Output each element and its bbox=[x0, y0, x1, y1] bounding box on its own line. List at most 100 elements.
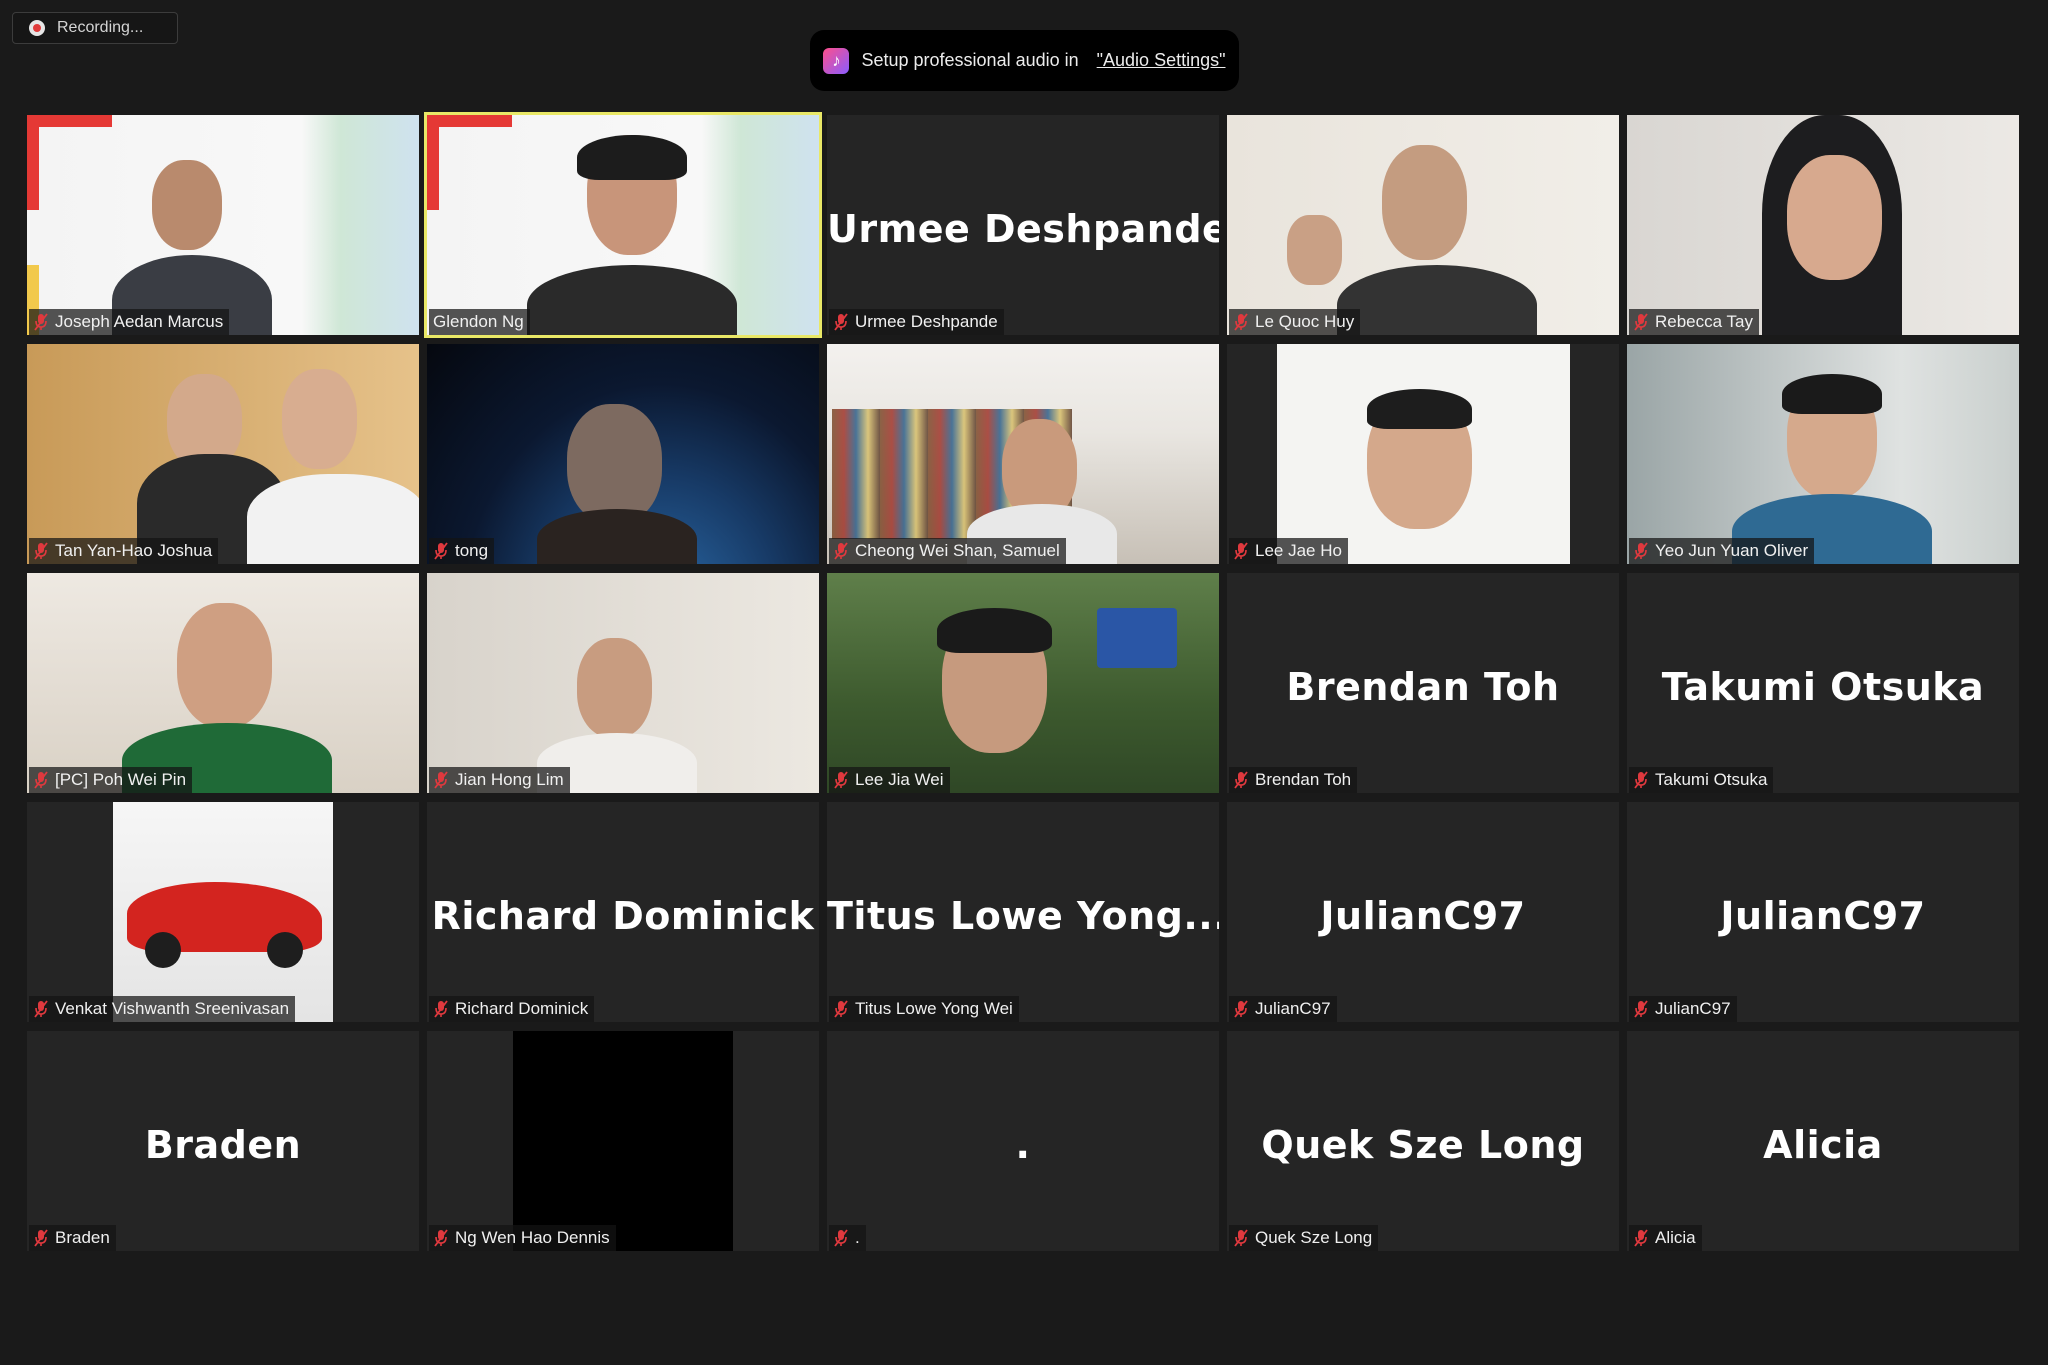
recording-indicator[interactable]: Recording... bbox=[12, 12, 178, 44]
mic-muted-icon bbox=[433, 541, 449, 561]
participant-tile[interactable]: Titus Lowe Yong... Titus Lowe Yong Wei bbox=[827, 802, 1219, 1022]
participant-tile[interactable]: [PC] Poh Wei Pin bbox=[27, 573, 419, 793]
banner-text: Setup professional audio in bbox=[861, 50, 1079, 70]
mic-muted-icon bbox=[833, 770, 849, 790]
participant-tile[interactable]: JulianC97 JulianC97 bbox=[1627, 802, 2019, 1022]
participant-name: Richard Dominick bbox=[455, 999, 589, 1018]
mic-muted-icon bbox=[33, 312, 49, 332]
mic-muted-icon bbox=[33, 1228, 49, 1248]
video-thumbnail bbox=[427, 115, 439, 210]
participant-tile[interactable]: Richard Dominick Richard Dominick bbox=[427, 802, 819, 1022]
participant-display-name: Quek Sze Long bbox=[1261, 1123, 1585, 1167]
participant-tile[interactable]: Tan Yan-Hao Joshua bbox=[27, 344, 419, 564]
participant-tile[interactable]: Braden Braden bbox=[27, 1031, 419, 1251]
participant-name: Venkat Vishwanth Sreenivasan bbox=[55, 999, 290, 1018]
person-silhouette bbox=[152, 160, 222, 250]
participant-tile[interactable]: Quek Sze Long Quek Sze Long bbox=[1227, 1031, 1619, 1251]
person-silhouette bbox=[1782, 374, 1882, 414]
video-thumbnail bbox=[427, 115, 512, 127]
participant-name: Rebecca Tay bbox=[1655, 312, 1753, 331]
name-tag: Richard Dominick bbox=[429, 996, 595, 1022]
participant-tile[interactable]: Brendan Toh Brendan Toh bbox=[1227, 573, 1619, 793]
participant-display-name: Takumi Otsuka bbox=[1661, 665, 1985, 709]
participant-tile[interactable]: Lee Jia Wei bbox=[827, 573, 1219, 793]
record-icon bbox=[29, 20, 45, 36]
person-silhouette bbox=[1367, 389, 1472, 429]
name-tag: Glendon Ng bbox=[429, 309, 530, 335]
participant-display-name: JulianC97 bbox=[1320, 894, 1526, 938]
name-tag: Urmee Deshpande bbox=[829, 309, 1004, 335]
profile-picture bbox=[513, 1031, 733, 1251]
participant-tile[interactable]: Cheong Wei Shan, Samuel bbox=[827, 344, 1219, 564]
participant-tile[interactable]: Rebecca Tay bbox=[1627, 115, 2019, 335]
name-tag: Braden bbox=[29, 1225, 116, 1251]
participant-display-name: Braden bbox=[144, 1123, 302, 1167]
recording-label: Recording... bbox=[57, 19, 144, 36]
participant-name: Lee Jae Ho bbox=[1255, 541, 1342, 560]
participant-display-name: Richard Dominick bbox=[431, 894, 815, 938]
audio-settings-link[interactable]: "Audio Settings" bbox=[1097, 50, 1226, 71]
mic-muted-icon bbox=[1633, 312, 1649, 332]
participant-tile[interactable]: . . bbox=[827, 1031, 1219, 1251]
participant-name: Lee Jia Wei bbox=[855, 770, 944, 789]
person-silhouette bbox=[1287, 215, 1342, 285]
video-thumbnail bbox=[27, 115, 112, 127]
person-silhouette bbox=[577, 638, 652, 738]
name-tag: Cheong Wei Shan, Samuel bbox=[829, 538, 1066, 564]
participant-name: Tan Yan-Hao Joshua bbox=[55, 541, 213, 560]
participant-tile[interactable]: JulianC97 JulianC97 bbox=[1227, 802, 1619, 1022]
name-tag: Lee Jia Wei bbox=[829, 767, 950, 793]
name-tag: Lee Jae Ho bbox=[1229, 538, 1348, 564]
participant-display-name: Titus Lowe Yong... bbox=[827, 894, 1219, 938]
participant-tile[interactable]: Le Quoc Huy bbox=[1227, 115, 1619, 335]
video-thumbnail bbox=[27, 115, 39, 210]
name-tag: tong bbox=[429, 538, 495, 564]
participant-tile[interactable]: Urmee Deshpande Urmee Deshpande bbox=[827, 115, 1219, 335]
participant-name: Quek Sze Long bbox=[1255, 1228, 1373, 1247]
person-silhouette bbox=[1382, 145, 1467, 260]
participant-name: Urmee Deshpande bbox=[855, 312, 998, 331]
person-silhouette bbox=[1337, 265, 1537, 335]
participant-name: Glendon Ng bbox=[433, 312, 524, 331]
person-silhouette bbox=[577, 135, 687, 180]
name-tag: Brendan Toh bbox=[1229, 767, 1358, 793]
participant-name: Alicia bbox=[1655, 1228, 1696, 1247]
participant-tile[interactable]: Lee Jae Ho bbox=[1227, 344, 1619, 564]
name-tag: Alicia bbox=[1629, 1225, 1702, 1251]
participant-display-name: JulianC97 bbox=[1720, 894, 1926, 938]
name-tag: Takumi Otsuka bbox=[1629, 767, 1774, 793]
welcome-to-nus-sign bbox=[1097, 608, 1177, 668]
car-image bbox=[267, 932, 303, 968]
participant-display-name: Urmee Deshpande bbox=[827, 207, 1219, 251]
participant-name: Yeo Jun Yuan Oliver bbox=[1655, 541, 1809, 560]
name-tag: JulianC97 bbox=[1629, 996, 1737, 1022]
person-silhouette bbox=[247, 474, 419, 564]
name-tag: Joseph Aedan Marcus bbox=[29, 309, 230, 335]
name-tag: [PC] Poh Wei Pin bbox=[29, 767, 193, 793]
participant-name: Joseph Aedan Marcus bbox=[55, 312, 224, 331]
participant-name: Jian Hong Lim bbox=[455, 770, 564, 789]
name-tag: Jian Hong Lim bbox=[429, 767, 570, 793]
participant-name: JulianC97 bbox=[1255, 999, 1331, 1018]
person-silhouette bbox=[527, 265, 737, 335]
participant-name: Ng Wen Hao Dennis bbox=[455, 1228, 610, 1247]
person-silhouette bbox=[537, 509, 697, 564]
participant-tile[interactable]: tong bbox=[427, 344, 819, 564]
mic-muted-icon bbox=[33, 541, 49, 561]
participant-tile[interactable]: Joseph Aedan Marcus bbox=[27, 115, 419, 335]
car-image bbox=[145, 932, 181, 968]
participant-tile[interactable]: Ng Wen Hao Dennis bbox=[427, 1031, 819, 1251]
person-silhouette bbox=[177, 603, 272, 728]
audio-settings-banner: ♪ Setup professional audio in "Audio Set… bbox=[810, 30, 1239, 91]
participant-tile[interactable]: Takumi Otsuka Takumi Otsuka bbox=[1627, 573, 2019, 793]
participant-tile-active-speaker[interactable]: Glendon Ng bbox=[424, 112, 822, 338]
participant-tile[interactable]: Yeo Jun Yuan Oliver bbox=[1627, 344, 2019, 564]
participant-tile[interactable]: Jian Hong Lim bbox=[427, 573, 819, 793]
participant-tile[interactable]: Venkat Vishwanth Sreenivasan bbox=[27, 802, 419, 1022]
person-silhouette bbox=[282, 369, 357, 469]
name-tag: JulianC97 bbox=[1229, 996, 1337, 1022]
name-tag: Yeo Jun Yuan Oliver bbox=[1629, 538, 1815, 564]
mic-muted-icon bbox=[1233, 770, 1249, 790]
participant-name: JulianC97 bbox=[1655, 999, 1731, 1018]
participant-tile[interactable]: Alicia Alicia bbox=[1627, 1031, 2019, 1251]
